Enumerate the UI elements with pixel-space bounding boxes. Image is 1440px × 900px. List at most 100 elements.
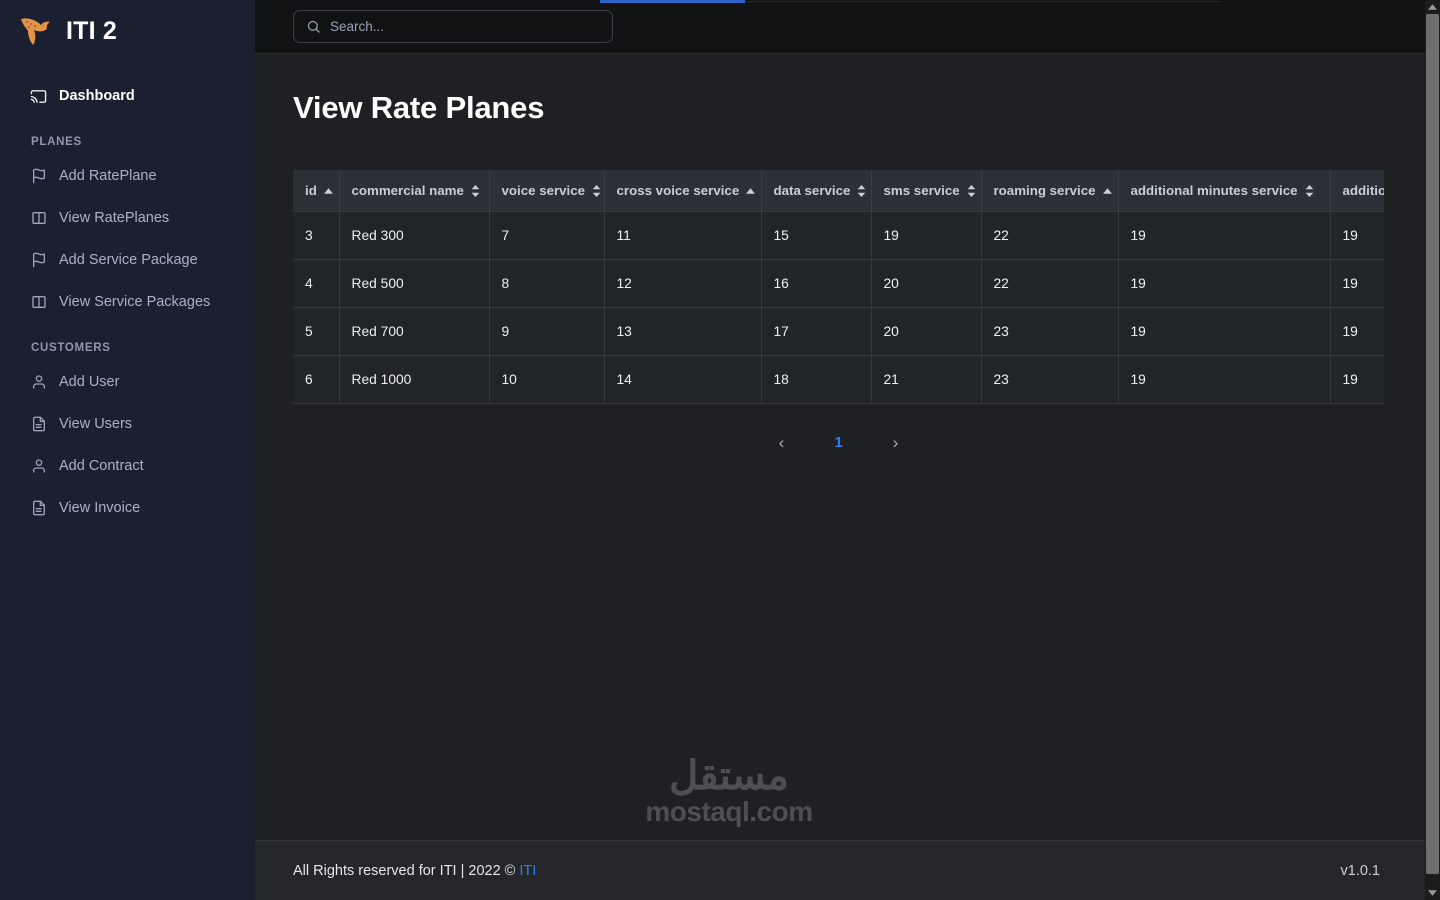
sidebar-item-view-rateplanes[interactable]: View RatePlanes [0,202,255,234]
sort-both-icon [592,184,601,197]
app-root: ITI 2 Dashboard PLANES Add RatePlane Vie… [0,0,1440,900]
column-label: commercial name [351,183,464,198]
sidebar-item-add-contract[interactable]: Add Contract [0,450,255,482]
table-row[interactable]: 3 Red 300 7 11 15 19 22 19 19 [293,211,1384,260]
sidebar-primary-nav: Dashboard [0,80,255,112]
column-header-data-service[interactable]: data service [761,170,872,212]
pagination-prev-button[interactable]: ‹ [771,430,793,455]
column-label: sms service [883,183,960,198]
footer-copyright-text: All Rights reserved for ITI | 2022 © [293,862,520,879]
sidebar-item-dashboard[interactable]: Dashboard [0,80,255,112]
sidebar-item-add-user[interactable]: Add User [0,366,255,398]
table-row[interactable]: 6 Red 1000 10 14 18 21 23 19 19 [293,355,1384,404]
column-header-additional-minutes-service[interactable]: additional minutes service [1118,170,1331,212]
mostaql-watermark: مستقل mostaql.com [629,755,829,826]
topbar [255,0,1440,54]
sidebar-item-add-service-package[interactable]: Add Service Package [0,244,255,276]
scrollbar-thumb[interactable] [1426,14,1439,874]
table-row[interactable]: 4 Red 500 8 12 16 20 22 19 19 [293,259,1384,308]
search-input[interactable] [330,19,600,34]
table-header-row: id commercial name voice service cross v… [293,170,1384,212]
cell-sms-service: 20 [871,259,982,308]
cell-roaming-service: 23 [981,307,1119,356]
sidebar-item-view-service-packages[interactable]: View Service Packages [0,286,255,318]
watermark-latin-text: mostaql.com [645,795,813,827]
scroll-down-arrow-icon[interactable] [1425,886,1440,900]
sidebar-group-list-planes: Add RatePlane View RatePlanes Add Servic… [0,160,255,318]
cell-voice-service: 8 [489,259,605,308]
cell-commercial-name: Red 700 [339,307,490,356]
cell-additional-clipped: 19 [1330,307,1384,356]
page-title: View Rate Planes [293,90,545,125]
column-header-commercial-name[interactable]: commercial name [339,170,490,212]
file-text-icon [30,416,47,433]
column-label: data service [773,183,851,198]
table-row[interactable]: 5 Red 700 9 13 17 20 23 19 19 [293,307,1384,356]
scroll-up-arrow-icon[interactable] [1425,0,1440,14]
column-header-roaming-service[interactable]: roaming service [981,170,1119,212]
cell-roaming-service: 22 [981,211,1119,260]
sidebar-item-view-users[interactable]: View Users [0,408,255,440]
pagination: ‹ 1 › [293,430,1384,455]
cell-additional-minutes-service: 19 [1118,259,1331,308]
column-header-additional-clipped[interactable]: additional [1330,170,1384,212]
sidebar-item-label: View Invoice [59,500,141,516]
footer-version: v1.0.1 [1340,862,1381,879]
column-header-id[interactable]: id [293,170,340,212]
table-head: id commercial name voice service cross v… [293,170,1384,212]
file-text-icon [30,500,47,517]
sort-asc-icon [323,187,333,194]
sidebar-item-label: View Users [59,416,133,432]
sidebar-group-planes: PLANES Add RatePlane View RatePlanes Add… [0,136,255,318]
column-header-sms-service[interactable]: sms service [871,170,982,212]
pagination-next-button[interactable]: › [885,430,907,455]
sidebar: ITI 2 Dashboard PLANES Add RatePlane Vie… [0,0,255,900]
cell-voice-service: 7 [489,211,605,260]
sort-both-icon [967,184,976,197]
cell-data-service: 16 [761,259,872,308]
footer: All Rights reserved for ITI | 2022 © ITI… [255,840,1440,900]
cell-commercial-name: Red 500 [339,259,490,308]
cell-id: 3 [293,211,340,260]
pagination-page-1[interactable]: 1 [826,430,850,455]
sort-asc-icon [746,187,756,194]
column-label: additional minutes service [1130,183,1298,198]
search-box[interactable] [293,10,613,43]
sidebar-group-label-customers: CUSTOMERS [31,342,111,354]
column-header-cross-voice-service[interactable]: cross voice service [604,170,762,212]
cell-sms-service: 19 [871,211,982,260]
sidebar-item-label: View RatePlanes [59,210,170,226]
footer-iti-link[interactable]: ITI [519,863,536,879]
search-icon [306,19,321,34]
columns-icon [30,294,47,311]
sidebar-item-add-rateplane[interactable]: Add RatePlane [0,160,255,192]
cell-roaming-service: 23 [981,355,1119,404]
brand-title: ITI 2 [66,16,118,45]
content-area: View Rate Planes id commercial name voic… [255,54,1440,840]
sort-both-icon [1305,184,1314,197]
flag-icon [30,252,47,269]
cell-voice-service: 10 [489,355,605,404]
column-label: additional [1342,183,1385,198]
rate-planes-table: id commercial name voice service cross v… [293,170,1384,404]
sidebar-group-label-planes: PLANES [31,136,82,148]
page-load-progress-bar [600,0,745,3]
sort-both-icon [857,184,866,197]
cell-roaming-service: 22 [981,259,1119,308]
cell-cross-voice-service: 12 [604,259,762,308]
brand[interactable]: ITI 2 [0,0,255,62]
column-label: id [305,183,317,198]
cell-sms-service: 20 [871,307,982,356]
column-header-voice-service[interactable]: voice service [489,170,605,212]
cell-data-service: 15 [761,211,872,260]
footer-copyright: All Rights reserved for ITI | 2022 © ITI [293,863,536,879]
sort-both-icon [471,184,480,197]
vertical-scrollbar[interactable] [1425,0,1440,900]
cell-additional-clipped: 19 [1330,355,1384,404]
main-area: View Rate Planes id [255,0,1440,900]
sidebar-item-view-invoice[interactable]: View Invoice [0,492,255,524]
cell-sms-service: 21 [871,355,982,404]
cell-commercial-name: Red 1000 [339,355,490,404]
cell-cross-voice-service: 13 [604,307,762,356]
table-scroll-container[interactable]: id commercial name voice service cross v… [293,170,1384,404]
